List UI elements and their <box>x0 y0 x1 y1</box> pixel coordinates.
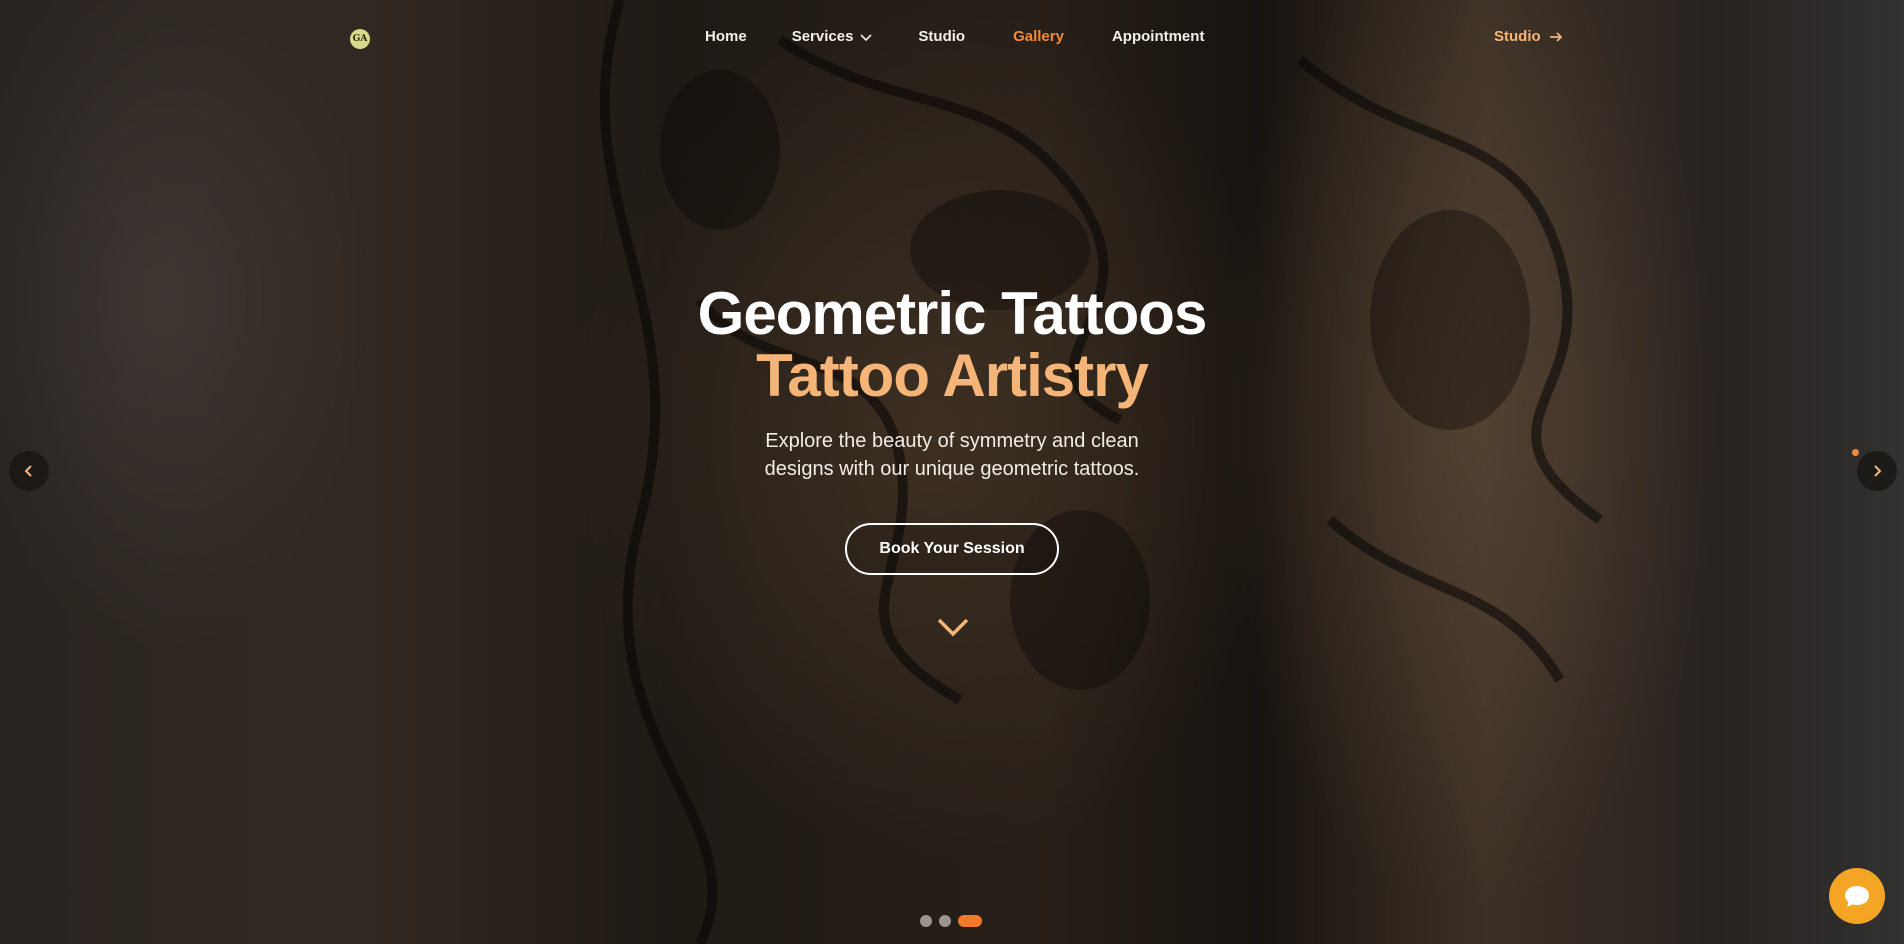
chevron-down-icon <box>860 33 872 41</box>
carousel-pagination <box>920 915 982 927</box>
nav-item-appointment[interactable]: Appointment <box>1112 28 1204 45</box>
chat-bubble-icon <box>1845 886 1869 907</box>
nav-item-label: Services <box>791 28 854 45</box>
nav-links: Home Services Studio Gallery Appointment <box>705 28 1204 45</box>
chat-button[interactable] <box>1829 868 1885 924</box>
hero-title-highlight: Tattoo Artistry <box>756 342 1149 409</box>
carousel-dot[interactable] <box>920 915 932 927</box>
scroll-down-button[interactable] <box>935 612 971 642</box>
nav-item-home[interactable]: Home <box>705 28 747 45</box>
arrow-right-icon <box>1549 31 1562 42</box>
chevron-down-icon <box>937 618 969 637</box>
studio-cta-link[interactable]: Studio <box>1494 28 1563 45</box>
nav-item-gallery[interactable]: Gallery <box>1013 28 1064 45</box>
nav-item-label: Appointment <box>1111 28 1205 45</box>
nav-item-studio[interactable]: Studio <box>918 28 965 45</box>
top-navigation: GA Home Services Studio Gallery Appointm… <box>0 0 1904 78</box>
studio-cta-label: Studio <box>1494 28 1541 45</box>
hero-content: Geometric Tattoos Tattoo Artistry Explor… <box>0 283 1904 575</box>
carousel-dot-active[interactable] <box>958 915 982 927</box>
book-session-button[interactable]: Book Your Session <box>845 523 1059 575</box>
carousel-dot[interactable] <box>939 915 951 927</box>
hero-subtitle: Explore the beauty of symmetry and clean… <box>764 430 1140 480</box>
nav-item-label: Studio <box>918 28 966 45</box>
hero-title: Geometric Tattoos <box>697 280 1208 347</box>
nav-item-label: Home <box>705 28 747 45</box>
indicator-dot <box>1852 449 1859 456</box>
nav-item-label: Gallery <box>1013 28 1064 45</box>
nav-item-services[interactable]: Services <box>792 28 874 45</box>
logo[interactable]: GA <box>350 29 370 49</box>
